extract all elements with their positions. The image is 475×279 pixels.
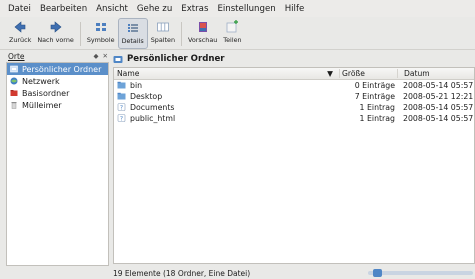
- status-text: 19 Elemente (18 Ordner, Eine Datei): [113, 269, 251, 278]
- place-home[interactable]: Persönlicher Ordner: [7, 63, 108, 75]
- file-date: 2008-05-14 05:57: [403, 114, 474, 123]
- file-name: public_html: [130, 114, 176, 123]
- details-view-button[interactable]: Details: [117, 18, 148, 49]
- back-label: Zurück: [9, 36, 32, 44]
- preview-label: Vorschau: [188, 36, 218, 44]
- file-size: 7 Einträge: [354, 92, 395, 101]
- file-row[interactable]: Desktop 7 Einträge 2008-05-21 12:21: [114, 91, 474, 102]
- file-name: Documents: [130, 103, 175, 112]
- location-bar: Persönlicher Ordner: [113, 52, 475, 66]
- forward-button[interactable]: Nach vorne: [34, 18, 76, 49]
- column-name-label: Name: [117, 69, 140, 78]
- places-panel: Persönlicher Ordner Netzwerk Basisordner…: [6, 62, 109, 266]
- icons-view-icon: [95, 23, 106, 31]
- details-view-label: Details: [121, 37, 144, 45]
- root-folder-icon: [10, 90, 18, 96]
- menu-ansicht[interactable]: Ansicht: [96, 4, 128, 14]
- file-size: 1 Eintrag: [359, 103, 395, 112]
- places-title: Orte: [8, 51, 25, 61]
- preview-button[interactable]: Vorschau: [185, 18, 220, 49]
- file-name: bin: [130, 81, 143, 90]
- back-button[interactable]: Zurück: [6, 18, 34, 49]
- file-name-cell: ? Documents: [114, 103, 339, 112]
- column-header-size[interactable]: Größe: [339, 69, 397, 78]
- file-name-cell: ? public_html: [114, 114, 339, 123]
- icons-view-label: Symbole: [86, 36, 115, 44]
- menu-bearbeiten[interactable]: Bearbeiten: [40, 4, 87, 14]
- preview-icon: [198, 22, 207, 32]
- file-size: 0 Einträge: [354, 81, 395, 90]
- network-icon: [10, 77, 18, 85]
- file-name-cell: bin: [114, 81, 339, 90]
- menu-einstellungen[interactable]: Einstellungen: [217, 4, 275, 14]
- main-toolbar: Zurück Nach vorne Symbole Details Spalte…: [0, 18, 475, 50]
- file-date: 2008-05-14 05:57: [403, 103, 474, 112]
- file-name: Desktop: [130, 92, 163, 101]
- place-network[interactable]: Netzwerk: [7, 75, 108, 87]
- file-name-cell: Desktop: [114, 92, 339, 101]
- panel-controls[interactable]: ◆ ✕: [93, 52, 109, 60]
- place-label: Mülleimer: [22, 100, 62, 110]
- place-label: Basisordner: [22, 88, 70, 98]
- columns-view-label: Spalten: [150, 36, 176, 44]
- columns-view-button[interactable]: Spalten: [148, 18, 178, 49]
- column-header-row: Name ▼ Größe Datum: [114, 68, 474, 80]
- arrow-left-icon: [14, 21, 26, 33]
- svg-text:?: ?: [120, 115, 123, 122]
- file-list-view: Name ▼ Größe Datum bin 0 Einträge 2008-0…: [113, 67, 475, 264]
- menu-gehe-zu[interactable]: Gehe zu: [137, 4, 172, 14]
- places-panel-header: Orte ◆ ✕: [8, 51, 109, 61]
- split-label: Teilen: [223, 36, 242, 44]
- sort-desc-icon: ▼: [327, 69, 333, 78]
- folder-icon: [117, 92, 126, 100]
- svg-text:?: ?: [120, 104, 123, 111]
- unknown-folder-icon: ?: [117, 114, 126, 122]
- column-header-name[interactable]: Name ▼: [114, 69, 339, 78]
- trash-icon: [11, 102, 17, 109]
- icons-view-button[interactable]: Symbole: [84, 18, 118, 49]
- close-panel-icon[interactable]: ✕: [103, 52, 109, 60]
- place-root[interactable]: Basisordner: [7, 87, 108, 99]
- place-label: Netzwerk: [22, 76, 60, 86]
- file-row[interactable]: ? public_html 1 Eintrag 2008-05-14 05:57: [114, 113, 474, 124]
- place-label: Persönlicher Ordner: [22, 64, 102, 74]
- columns-view-icon: [156, 22, 169, 32]
- file-date: 2008-05-14 05:57: [403, 81, 474, 90]
- zoom-track[interactable]: [368, 271, 473, 275]
- file-row[interactable]: bin 0 Einträge 2008-05-14 05:57: [114, 80, 474, 91]
- file-row[interactable]: ? Documents 1 Eintrag 2008-05-14 05:57: [114, 102, 474, 113]
- zoom-slider[interactable]: [368, 269, 473, 277]
- file-date: 2008-05-21 12:21: [403, 92, 474, 101]
- file-size: 1 Eintrag: [359, 114, 395, 123]
- split-view-icon: [227, 20, 239, 33]
- menu-bar: Datei Bearbeiten Ansicht Gehe zu Extras …: [0, 0, 475, 17]
- unknown-folder-icon: ?: [117, 103, 126, 111]
- column-header-date[interactable]: Datum: [397, 69, 474, 78]
- toolbar-separator: [79, 22, 81, 46]
- menu-extras[interactable]: Extras: [181, 4, 208, 14]
- toolbar-separator: [181, 22, 183, 46]
- split-button[interactable]: Teilen: [220, 18, 244, 49]
- forward-label: Nach vorne: [37, 36, 74, 44]
- details-view-icon: [127, 24, 138, 32]
- arrow-right-icon: [50, 21, 62, 33]
- menu-hilfe[interactable]: Hilfe: [285, 4, 305, 14]
- home-folder-icon: [113, 56, 123, 63]
- location-title: Persönlicher Ordner: [127, 54, 225, 64]
- folder-icon: [117, 81, 126, 89]
- home-icon: [10, 65, 18, 73]
- place-trash[interactable]: Mülleimer: [7, 99, 108, 111]
- float-panel-icon[interactable]: ◆: [93, 52, 99, 60]
- zoom-handle[interactable]: [373, 269, 382, 277]
- menu-datei[interactable]: Datei: [8, 4, 31, 14]
